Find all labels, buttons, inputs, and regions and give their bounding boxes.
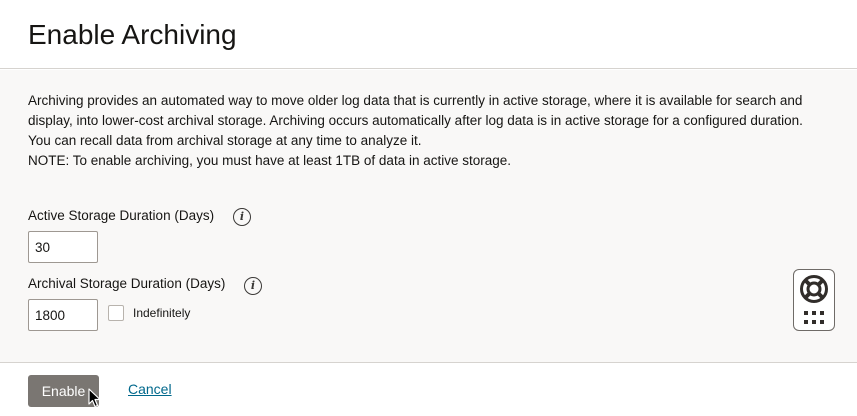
grid-icon[interactable] — [804, 311, 824, 325]
archival-storage-info-icon[interactable]: i — [244, 277, 262, 295]
description-text: Archiving provides an automated way to m… — [28, 93, 803, 148]
lifebuoy-icon[interactable] — [799, 274, 829, 304]
dialog-header: Enable Archiving — [0, 0, 857, 69]
indefinitely-label[interactable]: Indefinitely — [133, 305, 190, 321]
active-storage-duration-input[interactable] — [28, 231, 98, 263]
active-storage-info-icon[interactable]: i — [233, 208, 251, 226]
archival-storage-label: Archival Storage Duration (Days) — [28, 276, 226, 291]
cancel-link[interactable]: Cancel — [128, 381, 172, 397]
help-widget[interactable] — [793, 269, 835, 331]
active-storage-label: Active Storage Duration (Days) — [28, 208, 215, 223]
dialog-description-block: Archiving provides an automated way to m… — [28, 91, 828, 171]
dialog-body: Archiving provides an automated way to m… — [0, 70, 857, 362]
indefinitely-checkbox[interactable] — [108, 305, 124, 321]
dialog-footer: Enable Cancel — [0, 362, 857, 416]
archival-storage-duration-input[interactable] — [28, 299, 98, 331]
dialog-title: Enable Archiving — [28, 19, 237, 50]
mouse-cursor-icon — [88, 388, 101, 408]
note-text: NOTE: To enable archiving, you must have… — [28, 153, 512, 168]
